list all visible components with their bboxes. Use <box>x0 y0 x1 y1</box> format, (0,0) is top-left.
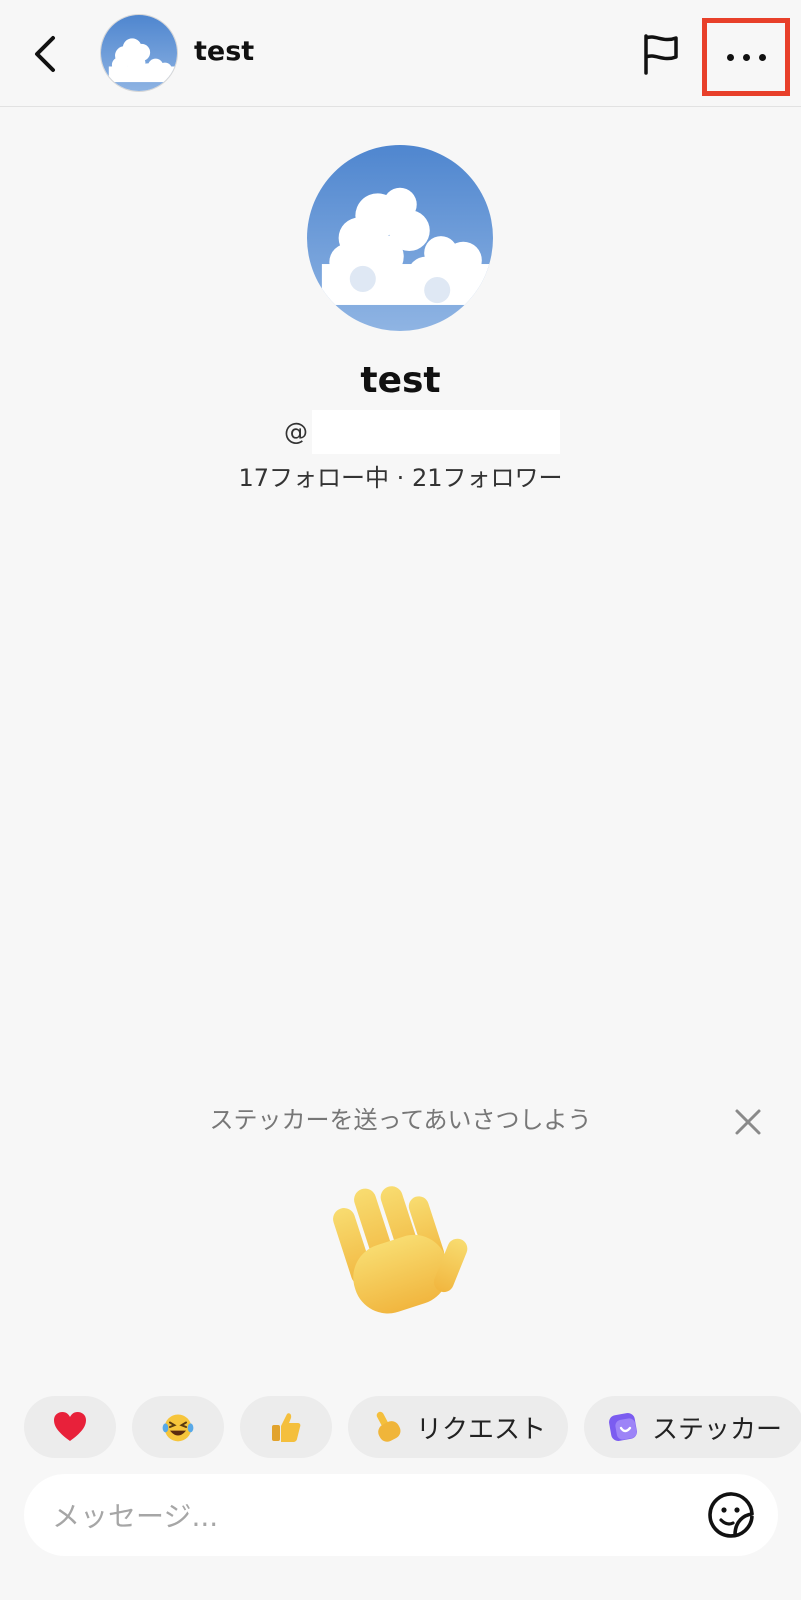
quick-reply-sticker[interactable]: ステッカー <box>584 1396 801 1458</box>
more-dots-icon <box>726 53 766 61</box>
sticker-prompt-text: ステッカーを送ってあいさつしよう <box>209 1106 592 1134</box>
back-button[interactable] <box>22 28 68 80</box>
emoji-sticker-icon <box>708 1492 754 1538</box>
profile-handle: @ <box>284 410 560 454</box>
chat-header: test <box>0 0 801 107</box>
message-composer <box>24 1474 778 1556</box>
sticker-icon <box>606 1410 640 1444</box>
handle-prefix: @ <box>284 418 308 446</box>
close-prompt-button[interactable] <box>728 1102 768 1142</box>
quick-reply-heart[interactable] <box>24 1396 116 1458</box>
cloud-sky-avatar-icon <box>101 15 177 91</box>
header-username[interactable]: test <box>194 30 254 74</box>
quick-reply-bar: リクエスト ステッカー <box>24 1396 801 1458</box>
back-chevron-icon <box>35 36 55 72</box>
close-icon <box>735 1109 761 1135</box>
handle-redacted <box>312 410 560 454</box>
follow-stats[interactable]: 17フォロー中 · 21フォロワー <box>0 458 801 493</box>
laughing-tears-emoji-icon <box>161 1410 195 1444</box>
quick-reply-laugh[interactable] <box>132 1396 224 1458</box>
report-flag-button[interactable] <box>638 30 684 78</box>
thumbs-up-icon <box>269 1410 303 1444</box>
message-input[interactable] <box>50 1492 674 1540</box>
more-options-button[interactable] <box>702 18 790 96</box>
waving-hand-icon <box>333 1186 468 1314</box>
quick-reply-thumbs-up[interactable] <box>240 1396 332 1458</box>
cloud-sky-avatar-icon <box>307 145 493 331</box>
pointing-hand-icon <box>370 1410 404 1444</box>
request-label: リクエスト <box>416 1414 547 1445</box>
sticker-label: ステッカー <box>652 1414 783 1445</box>
flag-icon <box>644 34 678 75</box>
profile-avatar[interactable] <box>307 145 493 331</box>
header-avatar[interactable] <box>100 14 178 92</box>
profile-name: test <box>360 360 441 401</box>
quick-reply-request[interactable]: リクエスト <box>348 1396 569 1458</box>
send-wave-sticker[interactable] <box>320 1175 480 1335</box>
emoji-sticker-button[interactable] <box>704 1488 758 1542</box>
red-heart-icon <box>53 1410 87 1444</box>
